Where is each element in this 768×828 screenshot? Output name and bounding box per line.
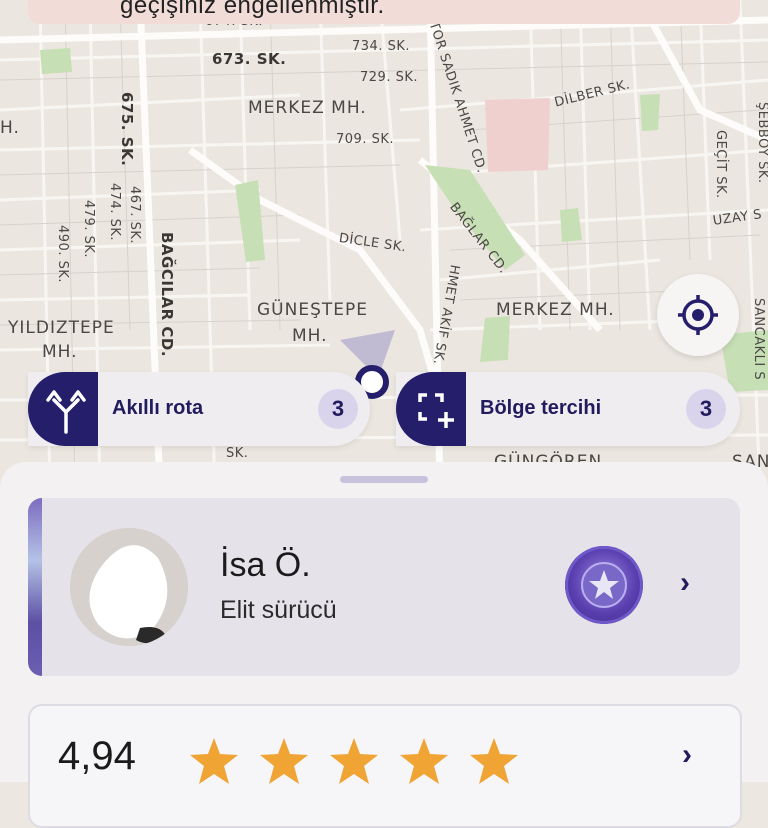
region-preference-count: 3 (686, 389, 726, 429)
chevron-right-icon: › (682, 738, 692, 771)
map-label: H. (0, 118, 20, 138)
driver-name: İsa Ö. (220, 546, 311, 584)
rating-card[interactable]: 4,94 › (28, 704, 742, 828)
map-label: SK. (226, 446, 249, 461)
avatar (70, 528, 188, 646)
rating-stars (188, 736, 538, 791)
map-label: MERKEZ MH. (248, 98, 367, 118)
map-label: 675. SK. (118, 92, 136, 167)
map-label: BAĞCILAR CD. (158, 232, 176, 358)
map-label: 474. SK. (107, 183, 122, 241)
map-label: MH. (42, 342, 78, 362)
smart-route-count: 3 (318, 389, 358, 429)
map-label: GEÇİT SK. (713, 130, 728, 199)
map-label: 734. SK. (352, 39, 410, 54)
driver-profile-card[interactable]: İsa Ö. Elit sürücü › (28, 498, 740, 676)
smart-route-label: Akıllı rota (112, 397, 204, 419)
map-label: 709. SK. (336, 132, 394, 147)
map-label: GÜNEŞTEPE (257, 300, 368, 320)
locate-button[interactable] (657, 274, 739, 356)
driver-tier: Elit sürücü (220, 596, 337, 624)
map-label: 479. SK. (81, 200, 96, 258)
map-label: 467. SK. (127, 186, 142, 244)
star-icon (190, 738, 238, 784)
smart-route-icon (28, 372, 98, 446)
region-preference-label: Bölge tercihi (480, 397, 602, 419)
locate-icon (678, 295, 718, 335)
map-label: 490. SK. (55, 225, 70, 283)
map-label: 729. SK. (360, 70, 418, 85)
sheet-drag-handle[interactable] (340, 476, 428, 483)
map-label: YILDIZTEPE (8, 318, 115, 338)
elite-badge-icon (565, 546, 643, 624)
banner-text: geçişiniz engellenmiştir. (120, 0, 385, 19)
smart-route-button[interactable]: Akıllı rota 3 (28, 372, 370, 446)
star-icon (260, 738, 308, 784)
map-label: ŞEBBOY SK. (755, 102, 768, 184)
chevron-right-icon: › (680, 566, 690, 599)
notification-banner: geçişiniz engellenmiştir. (28, 0, 740, 24)
map-label: MH. (292, 326, 328, 346)
tier-accent-bar (28, 498, 42, 676)
rating-value: 4,94 (58, 734, 136, 778)
bottom-sheet: İsa Ö. Elit sürücü › 4,94 › (0, 462, 768, 828)
map-label: MERKEZ MH. (496, 300, 615, 320)
region-preference-button[interactable]: Bölge tercihi 3 (396, 372, 740, 446)
star-icon (470, 738, 518, 784)
map-label: SANCAKLI S (751, 298, 766, 381)
star-icon (330, 738, 378, 784)
region-select-icon (396, 372, 466, 446)
map-label: 673. SK. (212, 50, 287, 68)
star-icon (400, 738, 448, 784)
